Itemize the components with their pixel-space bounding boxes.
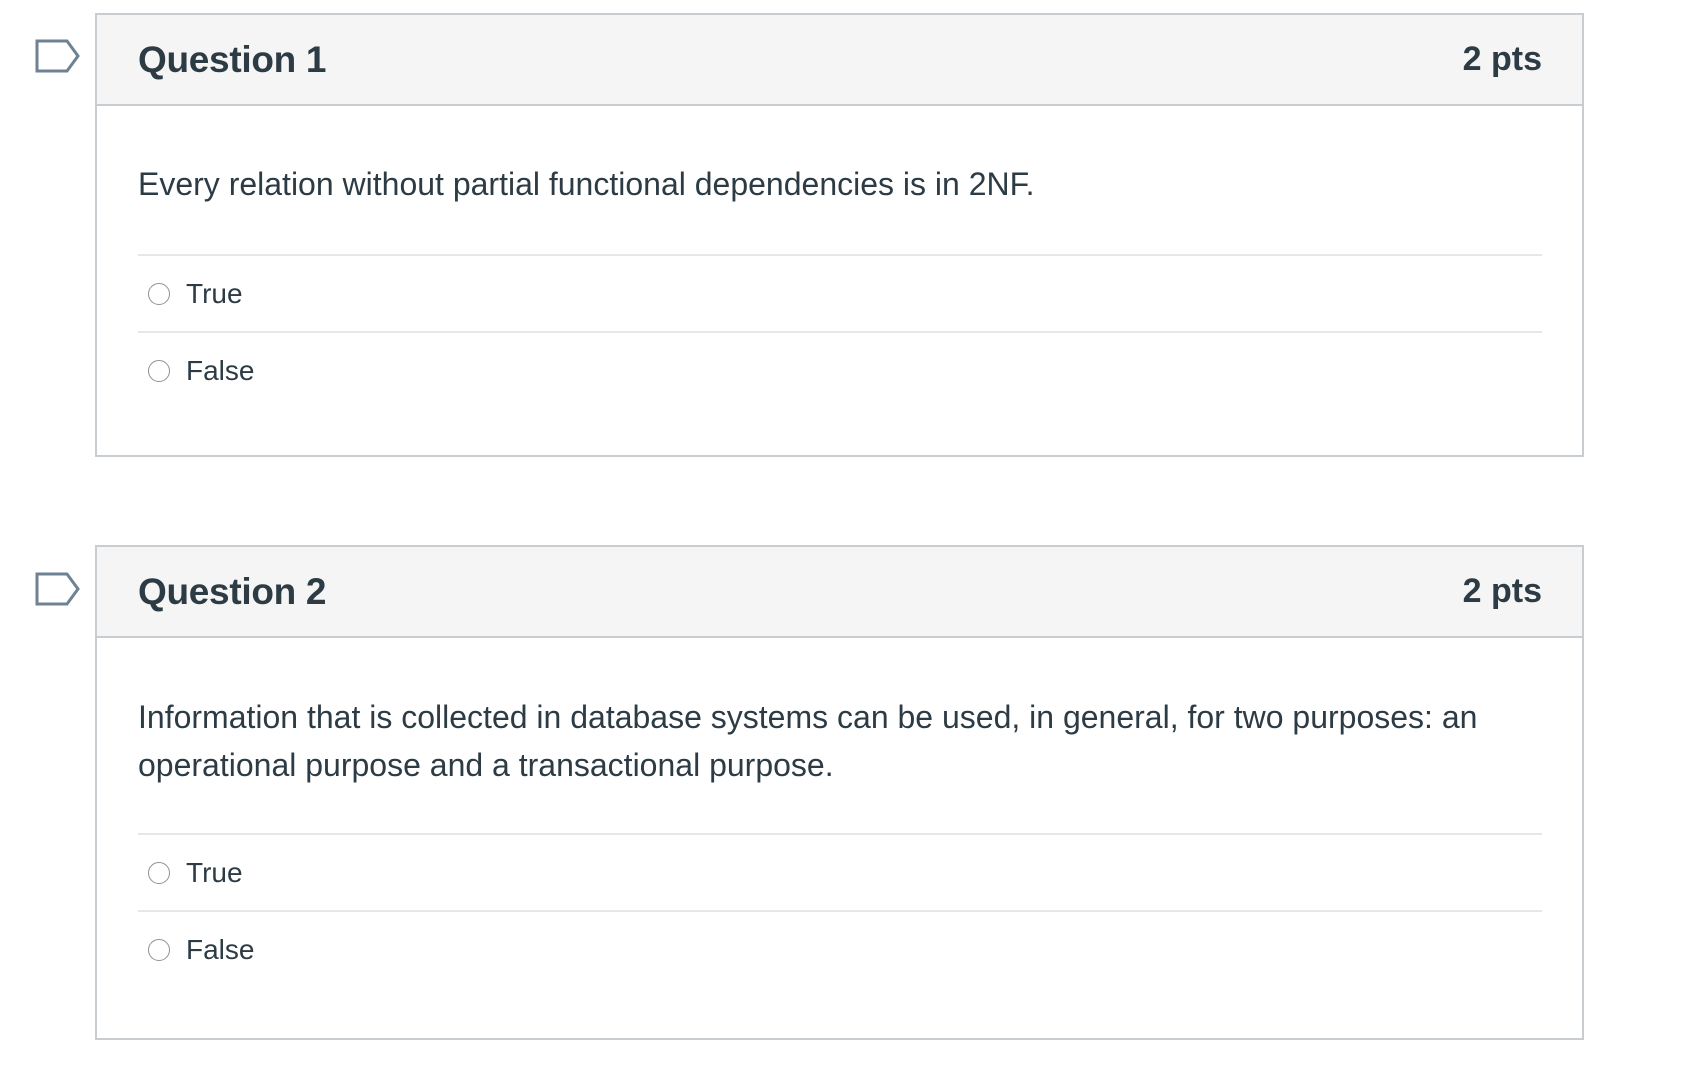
- answer-label: True: [186, 277, 243, 309]
- bookmark-flag-icon: [35, 572, 80, 606]
- answer-list: True False: [138, 254, 1542, 408]
- flag-question-1-button[interactable]: [35, 39, 81, 73]
- radio-unselected-icon[interactable]: [148, 359, 170, 382]
- question-header: Question 2 2 pts: [97, 547, 1582, 638]
- question-body: Information that is collected in databas…: [97, 638, 1582, 987]
- question-text: Information that is collected in databas…: [138, 699, 1478, 783]
- radio-unselected-icon[interactable]: [148, 282, 170, 305]
- question-points: 2 pts: [1462, 572, 1542, 610]
- radio-unselected-icon[interactable]: [148, 861, 170, 884]
- answer-label: False: [186, 933, 255, 965]
- answer-list: True False: [138, 833, 1542, 987]
- question-body: Every relation without partial functiona…: [97, 106, 1582, 408]
- answer-label: False: [186, 354, 255, 386]
- question-title: Question 2: [138, 570, 327, 612]
- quiz-questions: Question 1 2 pts Every relation without …: [0, 0, 1706, 1090]
- question-card: Question 1 2 pts Every relation without …: [95, 13, 1584, 457]
- question-title: Question 1: [138, 38, 327, 80]
- question-header: Question 1 2 pts: [97, 15, 1582, 106]
- bookmark-flag-icon: [35, 39, 80, 73]
- flag-question-2-button[interactable]: [35, 572, 81, 606]
- answer-label: True: [186, 856, 243, 888]
- question-points: 2 pts: [1462, 40, 1542, 78]
- question-card: Question 2 2 pts Information that is col…: [95, 545, 1584, 1040]
- answer-option-true[interactable]: True: [138, 835, 1542, 912]
- answer-option-false[interactable]: False: [138, 912, 1542, 987]
- question-text: Every relation without partial functiona…: [138, 166, 1035, 202]
- radio-unselected-icon[interactable]: [148, 938, 170, 961]
- answer-option-false[interactable]: False: [138, 333, 1542, 408]
- answer-option-true[interactable]: True: [138, 256, 1542, 333]
